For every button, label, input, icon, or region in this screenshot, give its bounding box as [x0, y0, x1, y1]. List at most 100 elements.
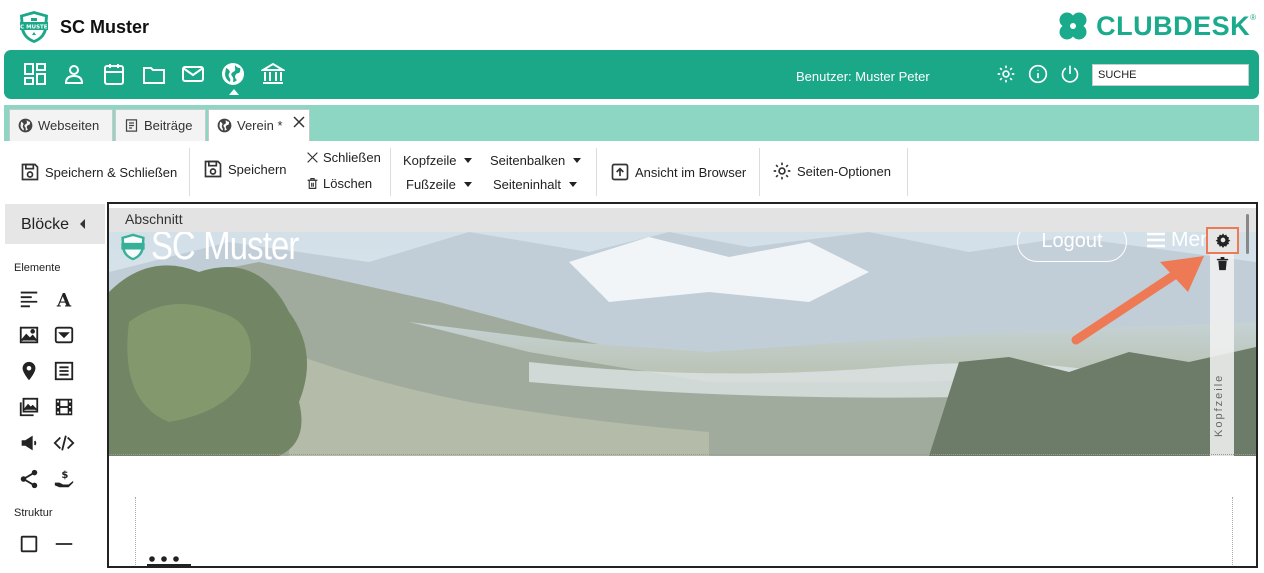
- settings-icon[interactable]: [996, 64, 1016, 84]
- elements-label: Elemente: [14, 262, 61, 274]
- close-label: Schließen: [323, 150, 381, 165]
- info-icon[interactable]: [1028, 64, 1048, 84]
- browser-view-label: Ansicht im Browser: [635, 164, 747, 180]
- hero-club-title: SC Muster: [151, 232, 299, 268]
- top-header: SC MUSTER SC Muster CLUBDESK ®: [0, 0, 1264, 50]
- dashboard-icon[interactable]: [23, 62, 47, 86]
- editor-toolbar: Speichern & Schließen Speichern Schließe…: [0, 141, 1264, 201]
- share-icon[interactable]: [18, 468, 40, 490]
- chevron-down-icon: [463, 182, 472, 187]
- main-nav-bar: Benutzer: Muster Peter: [4, 50, 1259, 99]
- code-icon[interactable]: [53, 432, 75, 454]
- trash-icon: [307, 178, 318, 189]
- kopfzeile-side-label: Kopfzeile: [1213, 373, 1225, 437]
- save-close-button[interactable]: Speichern & Schließen: [20, 162, 177, 182]
- film-icon[interactable]: [53, 396, 75, 418]
- chevron-down-icon: [464, 158, 473, 163]
- folder-icon[interactable]: [142, 62, 166, 86]
- tab-beitraege[interactable]: Beiträge: [115, 109, 206, 141]
- club-name: SC Muster: [60, 17, 150, 37]
- scrollbar-thumb[interactable]: [1246, 214, 1249, 254]
- close-icon: [307, 152, 318, 163]
- box-icon[interactable]: [18, 533, 40, 555]
- tab-label: Verein *: [237, 118, 283, 133]
- page-options-button[interactable]: Seiten-Optionen: [772, 161, 891, 181]
- toolbar-divider: [596, 148, 597, 196]
- kopfzeile-label: Kopfzeile: [403, 153, 457, 168]
- clubdesk-brand: CLUBDESK ®: [1056, 9, 1256, 43]
- svg-text:SC MUSTER: SC MUSTER: [16, 25, 52, 31]
- active-nav-indicator: [229, 89, 239, 95]
- search-input[interactable]: [1092, 64, 1249, 86]
- divider-icon[interactable]: [53, 533, 75, 555]
- power-icon[interactable]: [1060, 64, 1080, 84]
- page-options-label: Seiten-Optionen: [797, 163, 891, 179]
- blocks-header[interactable]: Blöcke: [5, 204, 105, 244]
- tab-label: Webseiten: [38, 118, 100, 133]
- calendar-icon[interactable]: [102, 62, 126, 86]
- globe-icon: [18, 118, 33, 133]
- tab-bar: Webseiten Beiträge Verein *: [4, 105, 1259, 141]
- seiteninhalt-dropdown[interactable]: Seiteninhalt: [493, 177, 577, 192]
- content-area[interactable]: [135, 497, 1233, 566]
- club-shield-logo: [121, 233, 145, 261]
- open-external-icon: [611, 163, 629, 181]
- donation-icon[interactable]: $: [53, 468, 75, 490]
- font-icon[interactable]: A: [53, 288, 75, 310]
- megaphone-icon[interactable]: [18, 432, 40, 454]
- clover-icon: [1059, 12, 1087, 40]
- fusszeile-label: Fußzeile: [406, 177, 456, 192]
- newsletter-icon[interactable]: [53, 360, 75, 382]
- club-shield-logo[interactable]: SC MUSTER: [16, 9, 52, 45]
- tab-webseiten[interactable]: Webseiten: [9, 109, 113, 141]
- save-label: Speichern: [228, 161, 287, 177]
- page-editor-canvas[interactable]: Abschnitt SC Muster Logout Men Kopfzeile: [107, 202, 1258, 568]
- delete-label: Löschen: [323, 176, 373, 191]
- annotation-arrow: [1071, 256, 1204, 345]
- gear-icon: [773, 162, 791, 180]
- map-pin-icon[interactable]: [18, 360, 40, 382]
- trash-icon[interactable]: [1215, 256, 1230, 271]
- mail-icon[interactable]: [181, 62, 205, 86]
- drag-handle-icon[interactable]: [147, 554, 191, 568]
- gallery-icon[interactable]: [18, 396, 40, 418]
- close-button[interactable]: Schließen: [306, 150, 381, 165]
- save-close-label: Speichern & Schließen: [45, 164, 178, 180]
- tab-label: Beiträge: [144, 118, 193, 133]
- blocks-panel: Blöcke Elemente A $ Struktur: [5, 202, 105, 573]
- globe-icon: [217, 118, 232, 133]
- browser-view-button[interactable]: Ansicht im Browser: [610, 162, 746, 182]
- dropdown-icon[interactable]: [53, 324, 75, 346]
- structure-label: Struktur: [14, 507, 53, 519]
- app-window: SC MUSTER SC Muster CLUBDESK ® Benutzer:…: [0, 0, 1264, 573]
- image-icon[interactable]: [18, 324, 40, 346]
- current-user-label: Benutzer: Muster Peter: [796, 69, 930, 84]
- toolbar-divider: [189, 148, 190, 196]
- chevron-down-icon: [568, 182, 577, 187]
- close-tab-icon[interactable]: [291, 114, 307, 130]
- save-icon: [21, 163, 39, 181]
- blocks-title: Blöcke: [21, 216, 70, 233]
- chevron-down-icon: [573, 158, 582, 163]
- text-align-icon[interactable]: [18, 288, 40, 310]
- seitenbalken-label: Seitenbalken: [490, 153, 566, 168]
- person-icon[interactable]: [62, 62, 86, 86]
- svg-text:$: $: [61, 470, 68, 481]
- fusszeile-dropdown[interactable]: Fußzeile: [406, 177, 472, 192]
- document-icon: [125, 119, 138, 132]
- save-button[interactable]: Speichern: [203, 159, 287, 179]
- brand-registered-mark: ®: [1250, 13, 1256, 22]
- seitenbalken-dropdown[interactable]: Seitenbalken: [490, 153, 582, 168]
- gear-icon: [1215, 233, 1231, 248]
- toolbar-divider: [907, 148, 908, 196]
- delete-button[interactable]: Löschen: [306, 176, 372, 191]
- bank-icon[interactable]: [261, 62, 285, 86]
- toolbar-divider: [759, 148, 760, 196]
- seiteninhalt-label: Seiteninhalt: [493, 177, 561, 192]
- brand-name: CLUBDESK: [1096, 10, 1251, 41]
- kopfzeile-dropdown[interactable]: Kopfzeile: [403, 153, 473, 168]
- section-boundary: [109, 454, 1256, 455]
- section-bar[interactable]: Abschnitt: [109, 208, 1256, 232]
- globe-icon[interactable]: [221, 62, 245, 86]
- collapse-left-icon[interactable]: [80, 219, 85, 229]
